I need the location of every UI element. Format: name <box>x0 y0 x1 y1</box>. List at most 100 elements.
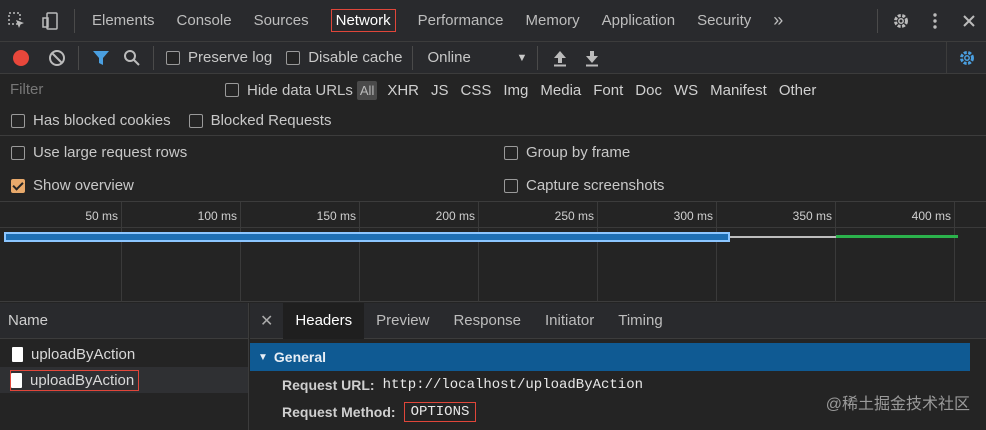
filter-type-doc[interactable]: Doc <box>629 82 668 99</box>
tick-label: 150 ms <box>316 209 356 223</box>
filter-type-other[interactable]: Other <box>773 82 823 99</box>
search-button[interactable] <box>117 49 147 67</box>
network-settings-pane: Use large request rows Group by frame Sh… <box>0 136 986 202</box>
filter-type-media[interactable]: Media <box>534 82 587 99</box>
timeline-overview[interactable]: 50 ms 100 ms 150 ms 200 ms 250 ms 300 ms… <box>0 202 986 302</box>
checkbox-box[interactable] <box>225 83 239 97</box>
request-method-row: Request Method: OPTIONS <box>282 402 477 422</box>
tab-memory[interactable]: Memory <box>515 0 591 42</box>
large-rows-checkbox[interactable]: Use large request rows <box>11 144 187 161</box>
grid-line <box>240 202 241 302</box>
request-download-bar <box>836 235 958 238</box>
filter-type-ws[interactable]: WS <box>668 82 704 99</box>
network-toolbar: Preserve log Disable cache Online ▼ <box>0 41 986 74</box>
chevron-down-icon: ▼ <box>516 51 528 64</box>
kebab-menu-icon[interactable] <box>918 0 952 42</box>
tab-application[interactable]: Application <box>591 0 686 42</box>
tab-elements[interactable]: Elements <box>81 0 166 42</box>
throttling-select[interactable]: Online ▼ <box>427 49 527 66</box>
tick-label: 300 ms <box>673 209 713 223</box>
checkbox-box[interactable] <box>11 178 25 193</box>
grid-line <box>716 202 717 302</box>
preserve-log-checkbox[interactable]: Preserve log <box>166 49 272 66</box>
tab-sources[interactable]: Sources <box>243 0 320 42</box>
inspect-element-icon[interactable] <box>0 0 34 42</box>
disable-cache-checkbox[interactable]: Disable cache <box>286 49 402 66</box>
filter-type-css[interactable]: CSS <box>455 82 498 99</box>
record-button[interactable] <box>0 49 42 67</box>
tab-headers[interactable]: Headers <box>283 302 365 339</box>
request-row-selected[interactable]: uploadByAction <box>0 367 248 393</box>
checkbox-box[interactable] <box>166 50 180 65</box>
upload-icon <box>554 50 567 66</box>
grid-line <box>478 202 479 302</box>
close-icon[interactable] <box>952 0 986 42</box>
filter-input[interactable]: Filter <box>6 77 211 103</box>
export-har-button[interactable] <box>576 49 608 67</box>
tab-performance[interactable]: Performance <box>407 0 515 42</box>
separator <box>78 45 79 70</box>
tick-label: 200 ms <box>435 209 475 223</box>
grid-line <box>954 202 955 302</box>
filter-toggle[interactable] <box>85 49 117 67</box>
grid-line <box>835 202 836 302</box>
grid-line <box>121 202 122 302</box>
capture-screenshots-checkbox[interactable]: Capture screenshots <box>504 177 664 194</box>
filter-type-img[interactable]: Img <box>497 82 534 99</box>
filter-type-manifest[interactable]: Manifest <box>704 82 773 99</box>
filter-icon <box>93 50 109 65</box>
filter-type-all[interactable]: All <box>356 80 378 100</box>
filter-type-js[interactable]: JS <box>425 82 455 99</box>
tick-label: 100 ms <box>197 209 237 223</box>
download-icon <box>586 50 599 66</box>
has-blocked-cookies-checkbox[interactable]: Has blocked cookies <box>11 112 171 129</box>
record-icon <box>13 49 29 66</box>
separator <box>412 45 414 70</box>
request-wait-bar <box>730 236 836 238</box>
import-har-button[interactable] <box>544 49 576 67</box>
gear-icon <box>959 50 974 65</box>
request-row[interactable]: uploadByAction <box>0 341 248 367</box>
devtools-tabbar: Elements Console Sources Network Perform… <box>0 0 986 42</box>
tab-security[interactable]: Security <box>686 0 762 42</box>
checkbox-box[interactable] <box>504 145 518 160</box>
request-url-value: http://localhost/uploadByAction <box>382 377 644 393</box>
tab-network[interactable]: Network <box>320 0 407 42</box>
checkbox-box[interactable] <box>286 50 301 65</box>
checkbox-box[interactable] <box>504 178 518 193</box>
tick-label: 350 ms <box>792 209 832 223</box>
name-column-header[interactable]: Name <box>0 303 248 339</box>
hide-data-urls-checkbox[interactable]: Hide data URLs <box>225 82 353 99</box>
grid-line <box>597 202 598 302</box>
tab-initiator[interactable]: Initiator <box>533 303 606 339</box>
tab-preview[interactable]: Preview <box>364 303 441 339</box>
gear-icon[interactable] <box>884 0 918 42</box>
checkbox-box[interactable] <box>11 113 25 128</box>
blocked-filters-row: Has blocked cookies Blocked Requests <box>0 106 986 136</box>
tab-console[interactable]: Console <box>166 0 243 42</box>
details-tabbar: ✕ Headers Preview Response Initiator Tim… <box>250 302 986 339</box>
close-icon[interactable]: ✕ <box>250 311 283 331</box>
network-settings-button[interactable] <box>946 41 986 74</box>
filter-bar: Filter Hide data URLs All XHR JS CSS Img… <box>0 74 986 106</box>
timeline-ruler <box>0 202 986 228</box>
checkbox-box[interactable] <box>11 145 25 160</box>
tab-timing[interactable]: Timing <box>606 303 674 339</box>
tab-response[interactable]: Response <box>441 303 533 339</box>
filter-type-font[interactable]: Font <box>587 82 629 99</box>
request-url-row: Request URL: http://localhost/uploadByAc… <box>282 377 644 393</box>
blocked-requests-checkbox[interactable]: Blocked Requests <box>188 112 331 129</box>
general-section-header[interactable]: ▼ General <box>250 343 970 371</box>
separator <box>877 8 878 33</box>
highlight-box: uploadByAction <box>10 369 140 391</box>
request-bar <box>4 232 730 242</box>
device-toolbar-icon[interactable] <box>34 0 68 42</box>
search-icon <box>124 49 140 66</box>
checkbox-box[interactable] <box>188 113 203 128</box>
group-by-frame-checkbox[interactable]: Group by frame <box>504 144 630 161</box>
clear-icon <box>49 49 65 66</box>
show-overview-checkbox[interactable]: Show overview <box>11 177 134 194</box>
more-tabs-button[interactable]: » <box>762 0 794 42</box>
filter-type-xhr[interactable]: XHR <box>381 82 425 99</box>
clear-button[interactable] <box>42 49 72 67</box>
